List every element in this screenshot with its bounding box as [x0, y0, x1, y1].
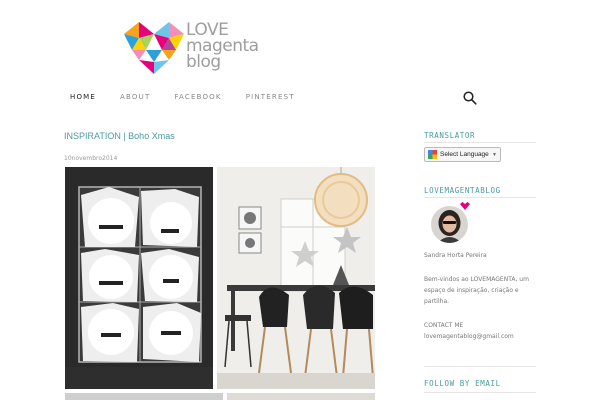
post-image-ornaments[interactable]: [65, 167, 213, 389]
blog-heading: LOVEMAGENTABLOG: [424, 186, 501, 195]
chevron-down-icon: ▼: [492, 152, 497, 158]
nav-about[interactable]: ABOUT: [120, 93, 150, 101]
bio-line-3: partilha.: [424, 298, 450, 305]
bio-line-1: Bem-vindos ao LOVEMAGENTA, um: [424, 276, 529, 283]
nav-pinterest[interactable]: PINTEREST: [246, 93, 295, 101]
nav-home[interactable]: HOME: [70, 93, 96, 101]
post-date: 10novembro2014: [64, 155, 118, 162]
search-icon[interactable]: [463, 91, 477, 105]
next-post-image-left[interactable]: [65, 393, 223, 400]
main-nav: HOME ABOUT FACEBOOK PINTEREST: [70, 93, 319, 101]
contact-heading: CONTACT ME: [424, 322, 464, 329]
contact-email[interactable]: lovemagentablog@gmail.com: [424, 331, 536, 342]
heart-badge-icon: [460, 202, 470, 210]
author-name: Sandra Horta Pereira: [424, 252, 487, 259]
logo-line-3: blog: [186, 52, 221, 72]
post-image-dining-room[interactable]: [217, 167, 375, 389]
blog-logo[interactable]: LOVE magenta blog: [124, 22, 284, 74]
heart-logo-icon: [124, 22, 184, 74]
avatar: [431, 206, 468, 243]
translator-heading: TRANSLATOR: [424, 131, 476, 140]
language-select-label: Select Language: [440, 151, 489, 158]
follow-by-email-heading: FOLLOW BY EMAIL: [424, 379, 501, 388]
sidebar-divider: [424, 142, 536, 143]
google-translate-icon: [428, 150, 437, 159]
sidebar-divider: [424, 392, 536, 393]
sidebar-divider: [424, 366, 536, 367]
language-select[interactable]: Select Language ▼: [424, 147, 501, 162]
logo-wordmark: LOVE magenta blog: [186, 22, 259, 72]
sidebar-divider: [424, 197, 536, 198]
next-post-image-right[interactable]: [227, 393, 375, 400]
post-title[interactable]: INSPIRATION | Boho Xmas: [64, 131, 175, 141]
nav-facebook[interactable]: FACEBOOK: [174, 93, 221, 101]
bio-line-2: espaço de inspiração, criação e: [424, 287, 519, 294]
